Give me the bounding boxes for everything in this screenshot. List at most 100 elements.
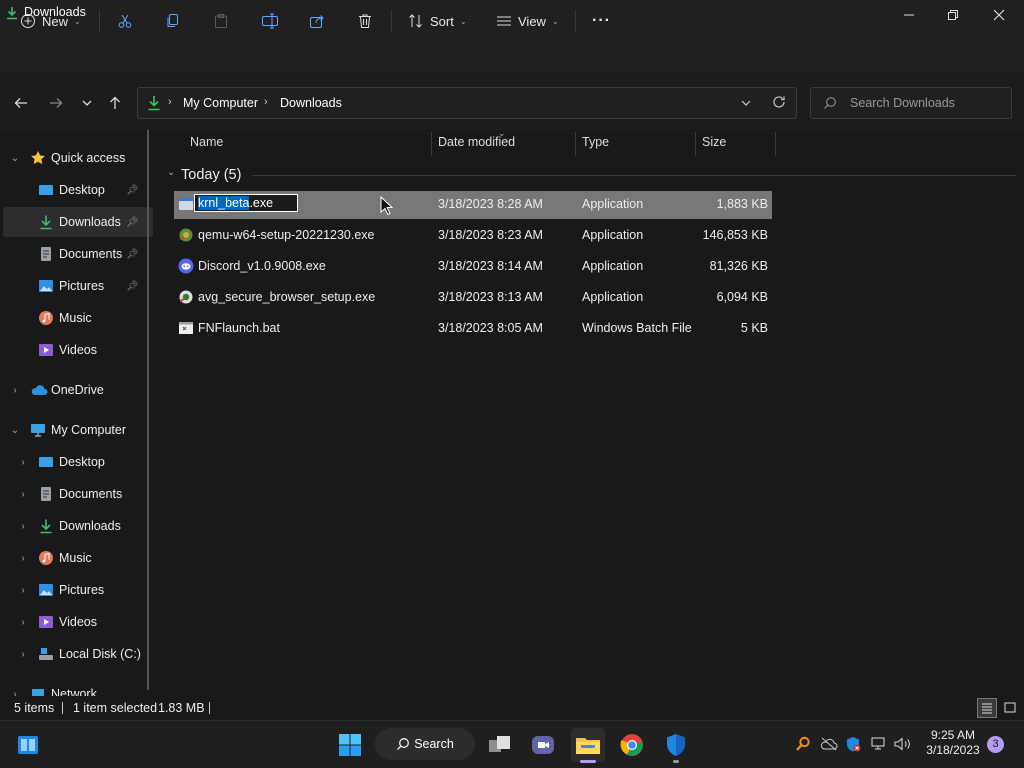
sidebar-item-videos[interactable]: Videos [0,335,150,365]
task-view-button[interactable] [483,728,517,762]
chevron-right-icon[interactable]: › [10,689,20,697]
chrome-button[interactable] [615,728,649,762]
breadcrumb-my-computer[interactable]: My Computer [183,96,258,110]
chevron-right-icon[interactable]: › [18,521,28,532]
close-button[interactable] [976,0,1022,30]
new-button[interactable]: New ⌄ [20,5,81,37]
file-row[interactable]: avg_secure_browser_setup.exe 3/18/2023 8… [174,284,772,312]
sidebar-item-pc-pictures[interactable]: › Pictures [0,575,150,605]
sidebar-item-pc-downloads[interactable]: › Downloads [0,511,150,541]
system-clock[interactable]: 9:25 AM 3/18/2023 [920,728,986,758]
search-highlight-icon[interactable] [795,736,811,752]
sidebar-item-desktop[interactable]: Desktop 📌︎ [0,175,150,205]
group-header[interactable]: Today (5) [181,167,241,183]
start-button[interactable] [333,728,367,762]
defender-alert-icon[interactable] [845,736,861,752]
paste-button[interactable] [213,5,229,37]
column-header-name[interactable]: Name [190,135,223,155]
chevron-down-icon[interactable]: ⌄ [10,425,20,436]
sidebar-item-my-computer[interactable]: ⌄ My Computer [0,415,150,445]
file-row[interactable]: krnl_beta.exe 3/18/2023 8:28 AM Applicat… [174,191,772,219]
chevron-right-icon[interactable]: › [18,489,28,500]
file-row[interactable]: FNFlaunch.bat 3/18/2023 8:05 AM Windows … [174,315,772,343]
column-divider[interactable] [575,132,576,156]
sidebar-item-downloads[interactable]: Downloads 📌︎ [3,207,153,237]
scissors-icon [118,14,132,28]
taskbar-search-button[interactable]: Search [375,728,475,760]
notification-badge[interactable]: 3 [987,736,1004,753]
file-size: 1,883 KB [716,197,768,211]
chevron-right-icon[interactable]: › [18,585,28,596]
recent-locations-button[interactable] [74,90,100,116]
column-divider[interactable] [431,132,432,156]
sidebar-label: OneDrive [51,383,104,397]
column-header-date[interactable]: Date modified [438,135,515,155]
sidebar-item-local-disk[interactable]: › Local Disk (C:) [0,639,150,669]
sidebar-item-documents[interactable]: Documents 📌︎ [0,239,150,269]
toolbar-divider [575,10,576,32]
forward-button[interactable] [43,90,69,116]
details-view-button[interactable] [977,698,997,718]
chevron-down-icon[interactable]: ⌄ [10,153,20,164]
teams-chat-button[interactable] [526,728,560,762]
file-type: Application [582,197,644,211]
column-divider[interactable] [695,132,696,156]
cut-button[interactable] [117,5,133,37]
sidebar-item-pc-music[interactable]: › Music [0,543,150,573]
rename-input[interactable]: krnl_beta.exe [194,194,298,212]
restore-button[interactable] [930,0,976,30]
sidebar-item-pc-documents[interactable]: › Documents [0,479,150,509]
sidebar-item-network[interactable]: › Network [0,679,150,696]
file-name: qemu-w64-setup-20221230.exe [198,228,375,242]
sidebar-scrollbar[interactable] [147,130,149,690]
sort-button[interactable]: Sort ⌄ [408,5,467,37]
chevron-right-icon[interactable]: › [18,617,28,628]
up-button[interactable] [102,90,128,116]
column-divider[interactable] [775,132,776,156]
file-explorer-taskbar-button[interactable] [571,728,605,762]
widgets-button[interactable] [11,728,45,762]
sort-icon [409,14,422,28]
volume-icon[interactable] [894,737,912,751]
column-header-size[interactable]: Size [702,135,726,155]
toolbar-divider [391,10,392,32]
copy-button[interactable] [165,5,181,37]
view-label: View [518,13,546,29]
sidebar-item-pc-videos[interactable]: › Videos [0,607,150,637]
chevron-right-icon[interactable]: › [10,385,20,396]
back-button[interactable] [8,90,34,116]
selection-size: 1.83 MB [158,701,205,715]
onedrive-offline-icon[interactable] [820,737,838,751]
sidebar-item-music[interactable]: Music [0,303,150,333]
column-header-type[interactable]: Type [582,135,609,155]
sidebar-item-pictures[interactable]: Pictures 📌︎ [0,271,150,301]
address-dropdown-button[interactable] [740,98,752,108]
chevron-right-icon[interactable]: › [18,553,28,564]
minimize-button[interactable] [886,0,932,30]
refresh-button[interactable] [772,95,786,109]
chevron-right-icon[interactable]: › [18,457,28,468]
clock-date: 3/18/2023 [926,743,980,757]
defender-button[interactable] [659,728,693,762]
active-app-indicator [580,760,596,763]
share-icon [310,15,324,28]
sidebar-item-pc-desktop[interactable]: › Desktop [0,447,150,477]
sidebar-label: Downloads [59,215,121,229]
network-status-icon[interactable] [871,737,887,751]
chevron-right-icon[interactable]: › [18,649,28,660]
file-type: Application [582,259,644,273]
tiles-view-button[interactable] [1000,698,1020,718]
delete-button[interactable] [357,5,373,37]
sidebar-item-quick-access[interactable]: ⌄ Quick access [0,143,150,173]
file-name: Discord_v1.0.9008.exe [198,259,326,273]
file-row[interactable]: qemu-w64-setup-20221230.exe 3/18/2023 8:… [174,222,772,250]
share-button[interactable] [309,5,325,37]
more-options-button[interactable]: ··· [592,5,611,37]
file-row[interactable]: Discord_v1.0.9008.exe 3/18/2023 8:14 AM … [174,253,772,281]
breadcrumb-downloads[interactable]: Downloads [280,96,342,110]
view-button[interactable]: View ⌄ [496,5,559,37]
sidebar-item-onedrive[interactable]: › OneDrive [0,375,150,405]
chevron-down-icon[interactable]: ⌄ [167,167,175,178]
rename-button[interactable] [261,5,279,37]
sidebar-label: Documents [59,247,123,261]
